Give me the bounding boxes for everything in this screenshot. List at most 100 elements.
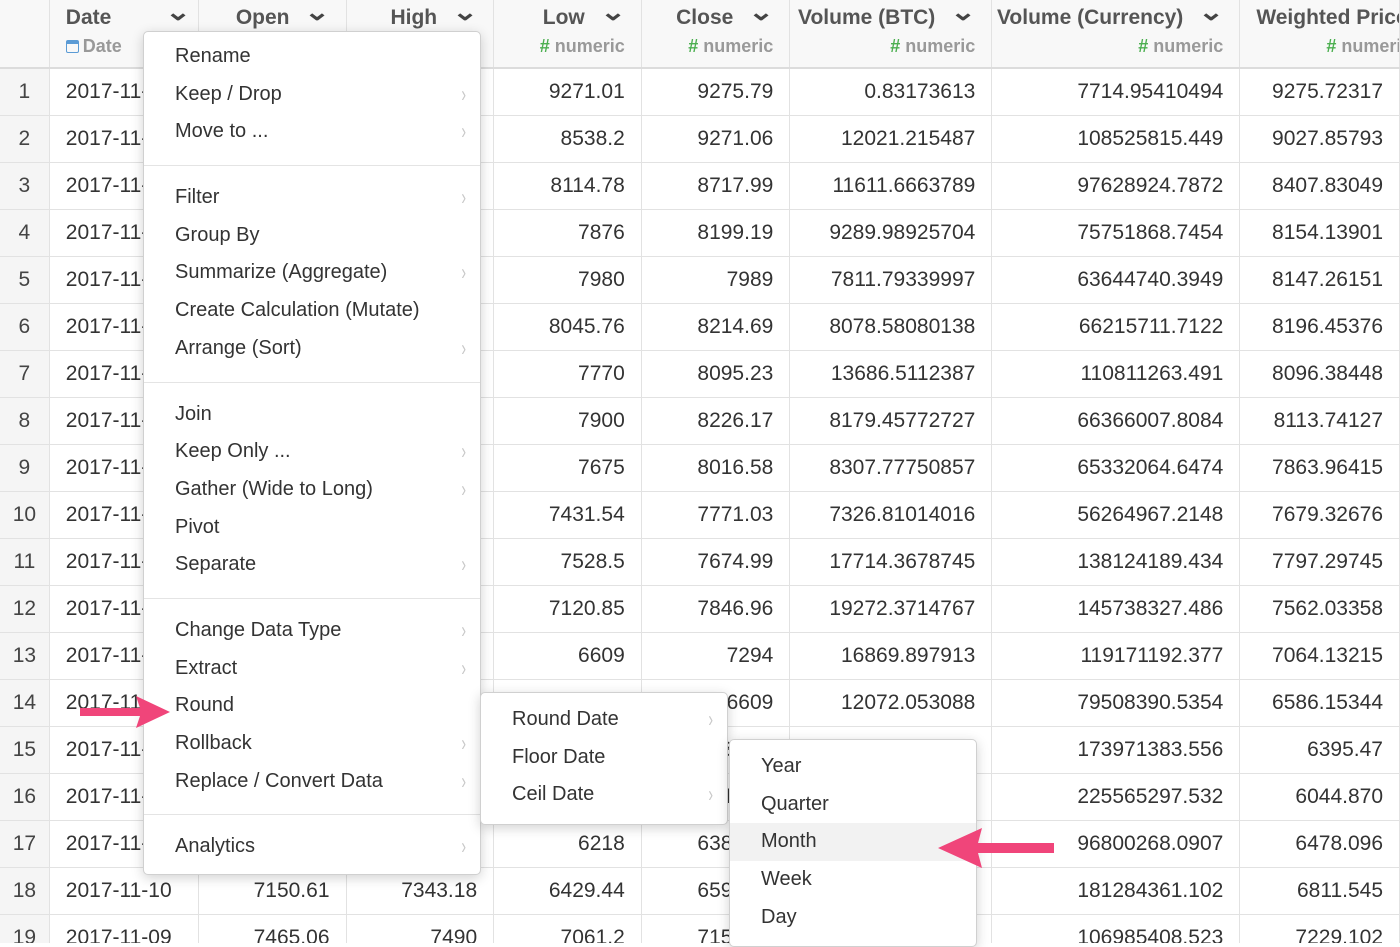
menu-item-arrange-sort[interactable]: Arrange (Sort) ›	[144, 330, 480, 368]
cell-volume-currency[interactable]: 181284361.102	[991, 867, 1241, 915]
cell-weighted-price[interactable]: 7064.13215	[1239, 632, 1400, 680]
cell-volume-btc[interactable]: 19272.3714767	[789, 585, 993, 633]
menu-item-extract[interactable]: Extract ›	[144, 650, 480, 688]
cell-volume-currency[interactable]: 7714.95410494	[991, 68, 1241, 116]
cell-close[interactable]: 9271.06	[641, 115, 791, 163]
cell-volume-btc[interactable]: 8307.77750857	[789, 444, 993, 492]
cell-volume-btc[interactable]: 13686.5112387	[789, 350, 993, 398]
cell-close[interactable]: 7771.03	[641, 491, 791, 539]
menu-item-quarter[interactable]: Quarter	[730, 786, 976, 824]
column-header-weighted-price[interactable]: Weighted Price⌄# numeric	[1239, 0, 1400, 69]
cell-weighted-price[interactable]: 7229.102	[1239, 914, 1400, 943]
menu-item-keep-drop[interactable]: Keep / Drop ›	[144, 76, 480, 114]
cell-volume-currency[interactable]: 97628924.7872	[991, 162, 1241, 210]
cell-volume-btc[interactable]: 17714.3678745	[789, 538, 993, 586]
cell-date[interactable]: 2017-11-09	[49, 914, 199, 943]
menu-item-join[interactable]: Join	[144, 396, 480, 434]
cell-high[interactable]: 7490	[346, 914, 495, 943]
cell-close[interactable]: 7674.99	[641, 538, 791, 586]
cell-volume-currency[interactable]: 108525815.449	[991, 115, 1241, 163]
menu-item-rollback[interactable]: Rollback ›	[144, 725, 480, 763]
cell-close[interactable]: 7846.96	[641, 585, 791, 633]
cell-close[interactable]: 8199.19	[641, 209, 791, 257]
menu-item-day[interactable]: Day	[730, 899, 976, 937]
cell-volume-currency[interactable]: 145738327.486	[991, 585, 1241, 633]
cell-low[interactable]: 9271.01	[493, 68, 642, 116]
menu-item-gather-wide-to-long[interactable]: Gather (Wide to Long) ›	[144, 471, 480, 509]
cell-volume-btc[interactable]: 9289.98925704	[789, 209, 993, 257]
cell-volume-currency[interactable]: 79508390.5354	[991, 679, 1241, 727]
cell-volume-currency[interactable]: 138124189.434	[991, 538, 1241, 586]
cell-low[interactable]: 7120.85	[493, 585, 642, 633]
cell-close[interactable]: 7294	[641, 632, 791, 680]
cell-low[interactable]: 7900	[493, 397, 642, 445]
menu-item-keep-only[interactable]: Keep Only ... ›	[144, 433, 480, 471]
menu-item-replace-convert-data[interactable]: Replace / Convert Data ›	[144, 763, 480, 801]
cell-weighted-price[interactable]: 6478.096	[1239, 820, 1400, 868]
chevron-down-icon[interactable]: ⌄	[748, 0, 774, 27]
cell-weighted-price[interactable]: 7562.03358	[1239, 585, 1400, 633]
cell-weighted-price[interactable]: 9027.85793	[1239, 115, 1400, 163]
cell-weighted-price[interactable]: 7679.32676	[1239, 491, 1400, 539]
cell-close[interactable]: 7989	[641, 256, 791, 304]
menu-item-pivot[interactable]: Pivot	[144, 509, 480, 547]
cell-volume-currency[interactable]: 56264967.2148	[991, 491, 1241, 539]
chevron-down-icon[interactable]: ⌄	[1198, 0, 1224, 27]
cell-volume-currency[interactable]: 110811263.491	[991, 350, 1241, 398]
cell-weighted-price[interactable]: 8154.13901	[1239, 209, 1400, 257]
cell-volume-btc[interactable]: 8078.58080138	[789, 303, 993, 351]
cell-low[interactable]: 6218	[493, 820, 642, 868]
menu-item-ceil-date[interactable]: Ceil Date ›	[481, 776, 727, 814]
cell-low[interactable]: 7876	[493, 209, 642, 257]
cell-volume-btc[interactable]: 16869.897913	[789, 632, 993, 680]
menu-item-filter[interactable]: Filter ›	[144, 179, 480, 217]
cell-weighted-price[interactable]: 7797.29745	[1239, 538, 1400, 586]
menu-item-floor-date[interactable]: Floor Date	[481, 739, 727, 777]
cell-close[interactable]: 8226.17	[641, 397, 791, 445]
cell-volume-btc[interactable]: 12021.215487	[789, 115, 993, 163]
chevron-down-icon[interactable]: ⌄	[165, 0, 191, 27]
menu-item-year[interactable]: Year	[730, 748, 976, 786]
chevron-down-icon[interactable]: ⌄	[950, 0, 976, 27]
menu-item-rename[interactable]: Rename	[144, 38, 480, 76]
cell-low[interactable]: 7675	[493, 444, 642, 492]
column-header-close[interactable]: Close ⌄ # numeric	[641, 0, 791, 69]
cell-weighted-price[interactable]: 9275.72317	[1239, 68, 1400, 116]
cell-volume-currency[interactable]: 66366007.8084	[991, 397, 1241, 445]
cell-close[interactable]: 8717.99	[641, 162, 791, 210]
cell-volume-currency[interactable]: 119171192.377	[991, 632, 1241, 680]
cell-volume-btc[interactable]: 12072.053088	[789, 679, 993, 727]
cell-low[interactable]: 6429.44	[493, 867, 642, 915]
column-header-volume-currency[interactable]: Volume (Currency) ⌄ # numeric	[991, 0, 1241, 69]
cell-low[interactable]: 8114.78	[493, 162, 642, 210]
cell-weighted-price[interactable]: 6811.545	[1239, 867, 1400, 915]
cell-low[interactable]: 8538.2	[493, 115, 642, 163]
cell-low[interactable]: 6609	[493, 632, 642, 680]
cell-open[interactable]: 7465.06	[198, 914, 347, 943]
cell-close[interactable]: 8214.69	[641, 303, 791, 351]
chevron-down-icon[interactable]: ⌄	[600, 0, 626, 27]
cell-low[interactable]: 7431.54	[493, 491, 642, 539]
cell-volume-currency[interactable]: 106985408.523	[991, 914, 1241, 943]
menu-item-group-by[interactable]: Group By	[144, 217, 480, 255]
cell-volume-currency[interactable]: 66215711.7122	[991, 303, 1241, 351]
cell-weighted-price[interactable]: 6044.870	[1239, 773, 1400, 821]
cell-volume-btc[interactable]: 11611.6663789	[789, 162, 993, 210]
menu-item-change-data-type[interactable]: Change Data Type ›	[144, 612, 480, 650]
cell-volume-btc[interactable]: 7811.79339997	[789, 256, 993, 304]
cell-close[interactable]: 9275.79	[641, 68, 791, 116]
cell-low[interactable]: 7061.2	[493, 914, 642, 943]
cell-volume-btc[interactable]: 8179.45772727	[789, 397, 993, 445]
cell-volume-btc[interactable]: 0.83173613	[789, 68, 993, 116]
cell-volume-currency[interactable]: 173971383.556	[991, 726, 1241, 774]
menu-item-analytics[interactable]: Analytics ›	[144, 828, 480, 866]
cell-weighted-price[interactable]: 8096.38448	[1239, 350, 1400, 398]
cell-weighted-price[interactable]: 8407.83049	[1239, 162, 1400, 210]
cell-volume-currency[interactable]: 225565297.532	[991, 773, 1241, 821]
menu-item-create-calculation-mutate[interactable]: Create Calculation (Mutate)	[144, 292, 480, 330]
cell-weighted-price[interactable]: 7863.96415	[1239, 444, 1400, 492]
menu-item-round[interactable]: Round	[144, 687, 480, 725]
cell-weighted-price[interactable]: 6395.47	[1239, 726, 1400, 774]
cell-volume-currency[interactable]: 65332064.6474	[991, 444, 1241, 492]
menu-item-summarize-aggregate[interactable]: Summarize (Aggregate) ›	[144, 254, 480, 292]
